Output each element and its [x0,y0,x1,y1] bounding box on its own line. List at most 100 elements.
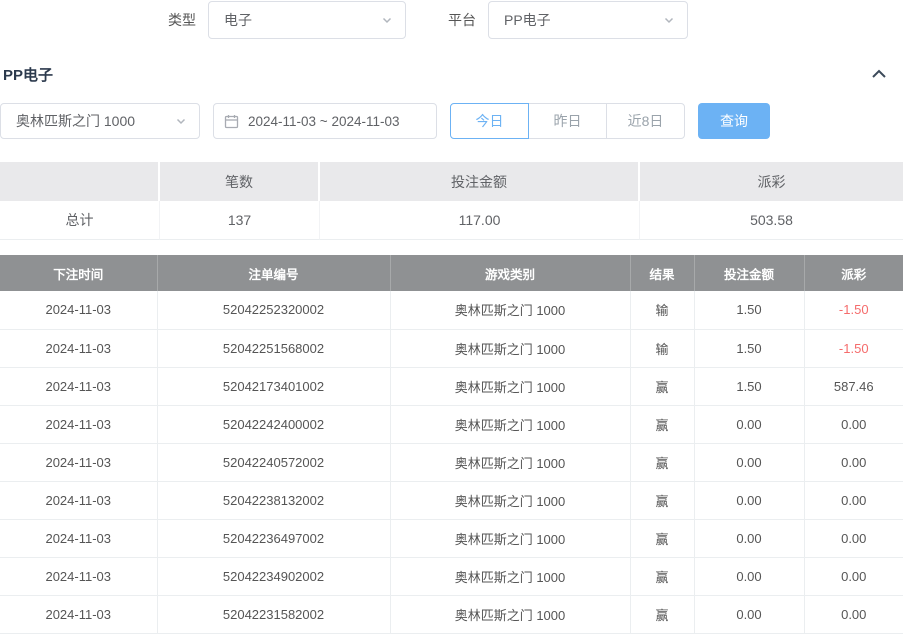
section-title: PP电子 [3,64,53,85]
payout-header: 派彩 [804,255,903,291]
result-cell: 赢 [630,557,694,595]
bet-id-cell: 52042173401002 [157,367,390,405]
date-range-value: 2024-11-03 ~ 2024-11-03 [248,114,400,129]
game-category-cell: 奥林匹斯之门 1000 [390,291,630,329]
bet-amount-cell: 1.50 [694,291,804,329]
payout-cell: -1.50 [804,329,903,367]
payout-cell: 0.00 [804,519,903,557]
table-row: 2024-11-0352042240572002奥林匹斯之门 1000赢0.00… [0,443,903,481]
result-cell: 赢 [630,519,694,557]
bet-time-cell: 2024-11-03 [0,291,157,329]
table-row: 2024-11-0352042234902002奥林匹斯之门 1000赢0.00… [0,557,903,595]
bet-time-cell: 2024-11-03 [0,595,157,633]
bet-amount-cell: 1.50 [694,367,804,405]
calendar-icon [224,114,239,129]
bet-time-header: 下注时间 [0,255,157,291]
summary-count-value: 137 [160,201,320,240]
bet-amount-cell: 0.00 [694,519,804,557]
game-category-cell: 奥林匹斯之门 1000 [390,329,630,367]
payout-cell: 587.46 [804,367,903,405]
table-row: 2024-11-0352042238132002奥林匹斯之门 1000赢0.00… [0,481,903,519]
result-cell: 赢 [630,595,694,633]
bet-id-cell: 52042242400002 [157,405,390,443]
type-select-value: 电子 [224,10,252,30]
payout-cell: 0.00 [804,443,903,481]
game-category-cell: 奥林匹斯之门 1000 [390,367,630,405]
summary-table: 笔数 投注金额 派彩 总计 137 117.00 503.58 [0,162,903,240]
today-button[interactable]: 今日 [450,103,529,139]
summary-total-label: 总计 [0,201,160,240]
bet-id-header: 注单编号 [157,255,390,291]
yesterday-button[interactable]: 昨日 [528,103,607,139]
result-cell: 赢 [630,405,694,443]
table-row: 2024-11-0352042252320002奥林匹斯之门 1000输1.50… [0,291,903,329]
bet-amount-cell: 0.00 [694,443,804,481]
game-category-cell: 奥林匹斯之门 1000 [390,481,630,519]
result-cell: 赢 [630,367,694,405]
game-category-cell: 奥林匹斯之门 1000 [390,595,630,633]
result-cell: 赢 [630,481,694,519]
bet-time-cell: 2024-11-03 [0,329,157,367]
type-select[interactable]: 电子 [208,1,406,39]
bet-time-cell: 2024-11-03 [0,481,157,519]
summary-header-payout: 派彩 [640,162,903,201]
game-category-header: 游戏类别 [390,255,630,291]
summary-header-empty [0,162,160,201]
chevron-up-icon[interactable] [871,68,887,80]
bet-id-cell: 52042236497002 [157,519,390,557]
bet-amount-cell: 0.00 [694,405,804,443]
game-select[interactable]: 奥林匹斯之门 1000 [0,103,200,139]
bet-id-cell: 52042252320002 [157,291,390,329]
table-row: 2024-11-0352042242400002奥林匹斯之门 1000赢0.00… [0,405,903,443]
bet-id-cell: 52042238132002 [157,481,390,519]
result-cell: 赢 [630,443,694,481]
type-label: 类型 [168,10,196,30]
top-filter-bar: 类型 电子 平台 PP电子 [0,0,903,40]
result-cell: 输 [630,291,694,329]
platform-label: 平台 [448,10,476,30]
summary-total-row: 总计 137 117.00 503.58 [0,201,903,240]
bet-amount-header: 投注金额 [694,255,804,291]
bet-amount-cell: 0.00 [694,481,804,519]
result-header: 结果 [630,255,694,291]
summary-header-count: 笔数 [160,162,320,201]
platform-select[interactable]: PP电子 [488,1,688,39]
bet-amount-cell: 0.00 [694,557,804,595]
filter-bar: 奥林匹斯之门 1000 2024-11-03 ~ 2024-11-03 今日 昨… [0,103,903,139]
bet-table-header-row: 下注时间 注单编号 游戏类别 结果 投注金额 派彩 [0,255,903,291]
date-range-input[interactable]: 2024-11-03 ~ 2024-11-03 [213,103,437,139]
payout-cell: 0.00 [804,481,903,519]
bet-time-cell: 2024-11-03 [0,367,157,405]
chevron-down-icon [381,14,393,26]
table-row: 2024-11-0352042251568002奥林匹斯之门 1000输1.50… [0,329,903,367]
bet-id-cell: 52042240572002 [157,443,390,481]
table-row: 2024-11-0352042231582002奥林匹斯之门 1000赢 0.00… [0,595,903,633]
chevron-down-icon [663,14,675,26]
bet-table-body: 2024-11-0352042252320002奥林匹斯之门 1000输1.50… [0,291,903,633]
section-header: PP电子 [0,64,903,84]
payout-cell: 0.00 [804,405,903,443]
bet-id-cell: 52042231582002 [157,595,390,633]
game-category-cell: 奥林匹斯之门 1000 [390,557,630,595]
chevron-down-icon [175,115,187,127]
bet-time-cell: 2024-11-03 [0,405,157,443]
bet-time-cell: 2024-11-03 [0,557,157,595]
bet-amount-cell: 1.50 [694,329,804,367]
game-select-value: 奥林匹斯之门 1000 [16,111,135,131]
bet-time-cell: 2024-11-03 [0,519,157,557]
result-cell: 输 [630,329,694,367]
bet-id-cell: 52042234902002 [157,557,390,595]
payout-cell: 0.00 [804,557,903,595]
payout-cell: 0.00 [804,595,903,633]
payout-cell: -1.50 [804,291,903,329]
quick-range-group: 今日 昨日 近8日 [450,103,685,139]
table-row: 2024-11-0352042236497002奥林匹斯之门 1000赢0.00… [0,519,903,557]
game-category-cell: 奥林匹斯之门 1000 [390,443,630,481]
game-category-cell: 奥林匹斯之门 1000 [390,519,630,557]
platform-select-value: PP电子 [504,10,551,30]
summary-header-row: 笔数 投注金额 派彩 [0,162,903,201]
last-8-days-button[interactable]: 近8日 [606,103,685,139]
summary-amount-value: 117.00 [320,201,640,240]
bet-id-cell: 52042251568002 [157,329,390,367]
search-button[interactable]: 查询 [698,103,770,139]
